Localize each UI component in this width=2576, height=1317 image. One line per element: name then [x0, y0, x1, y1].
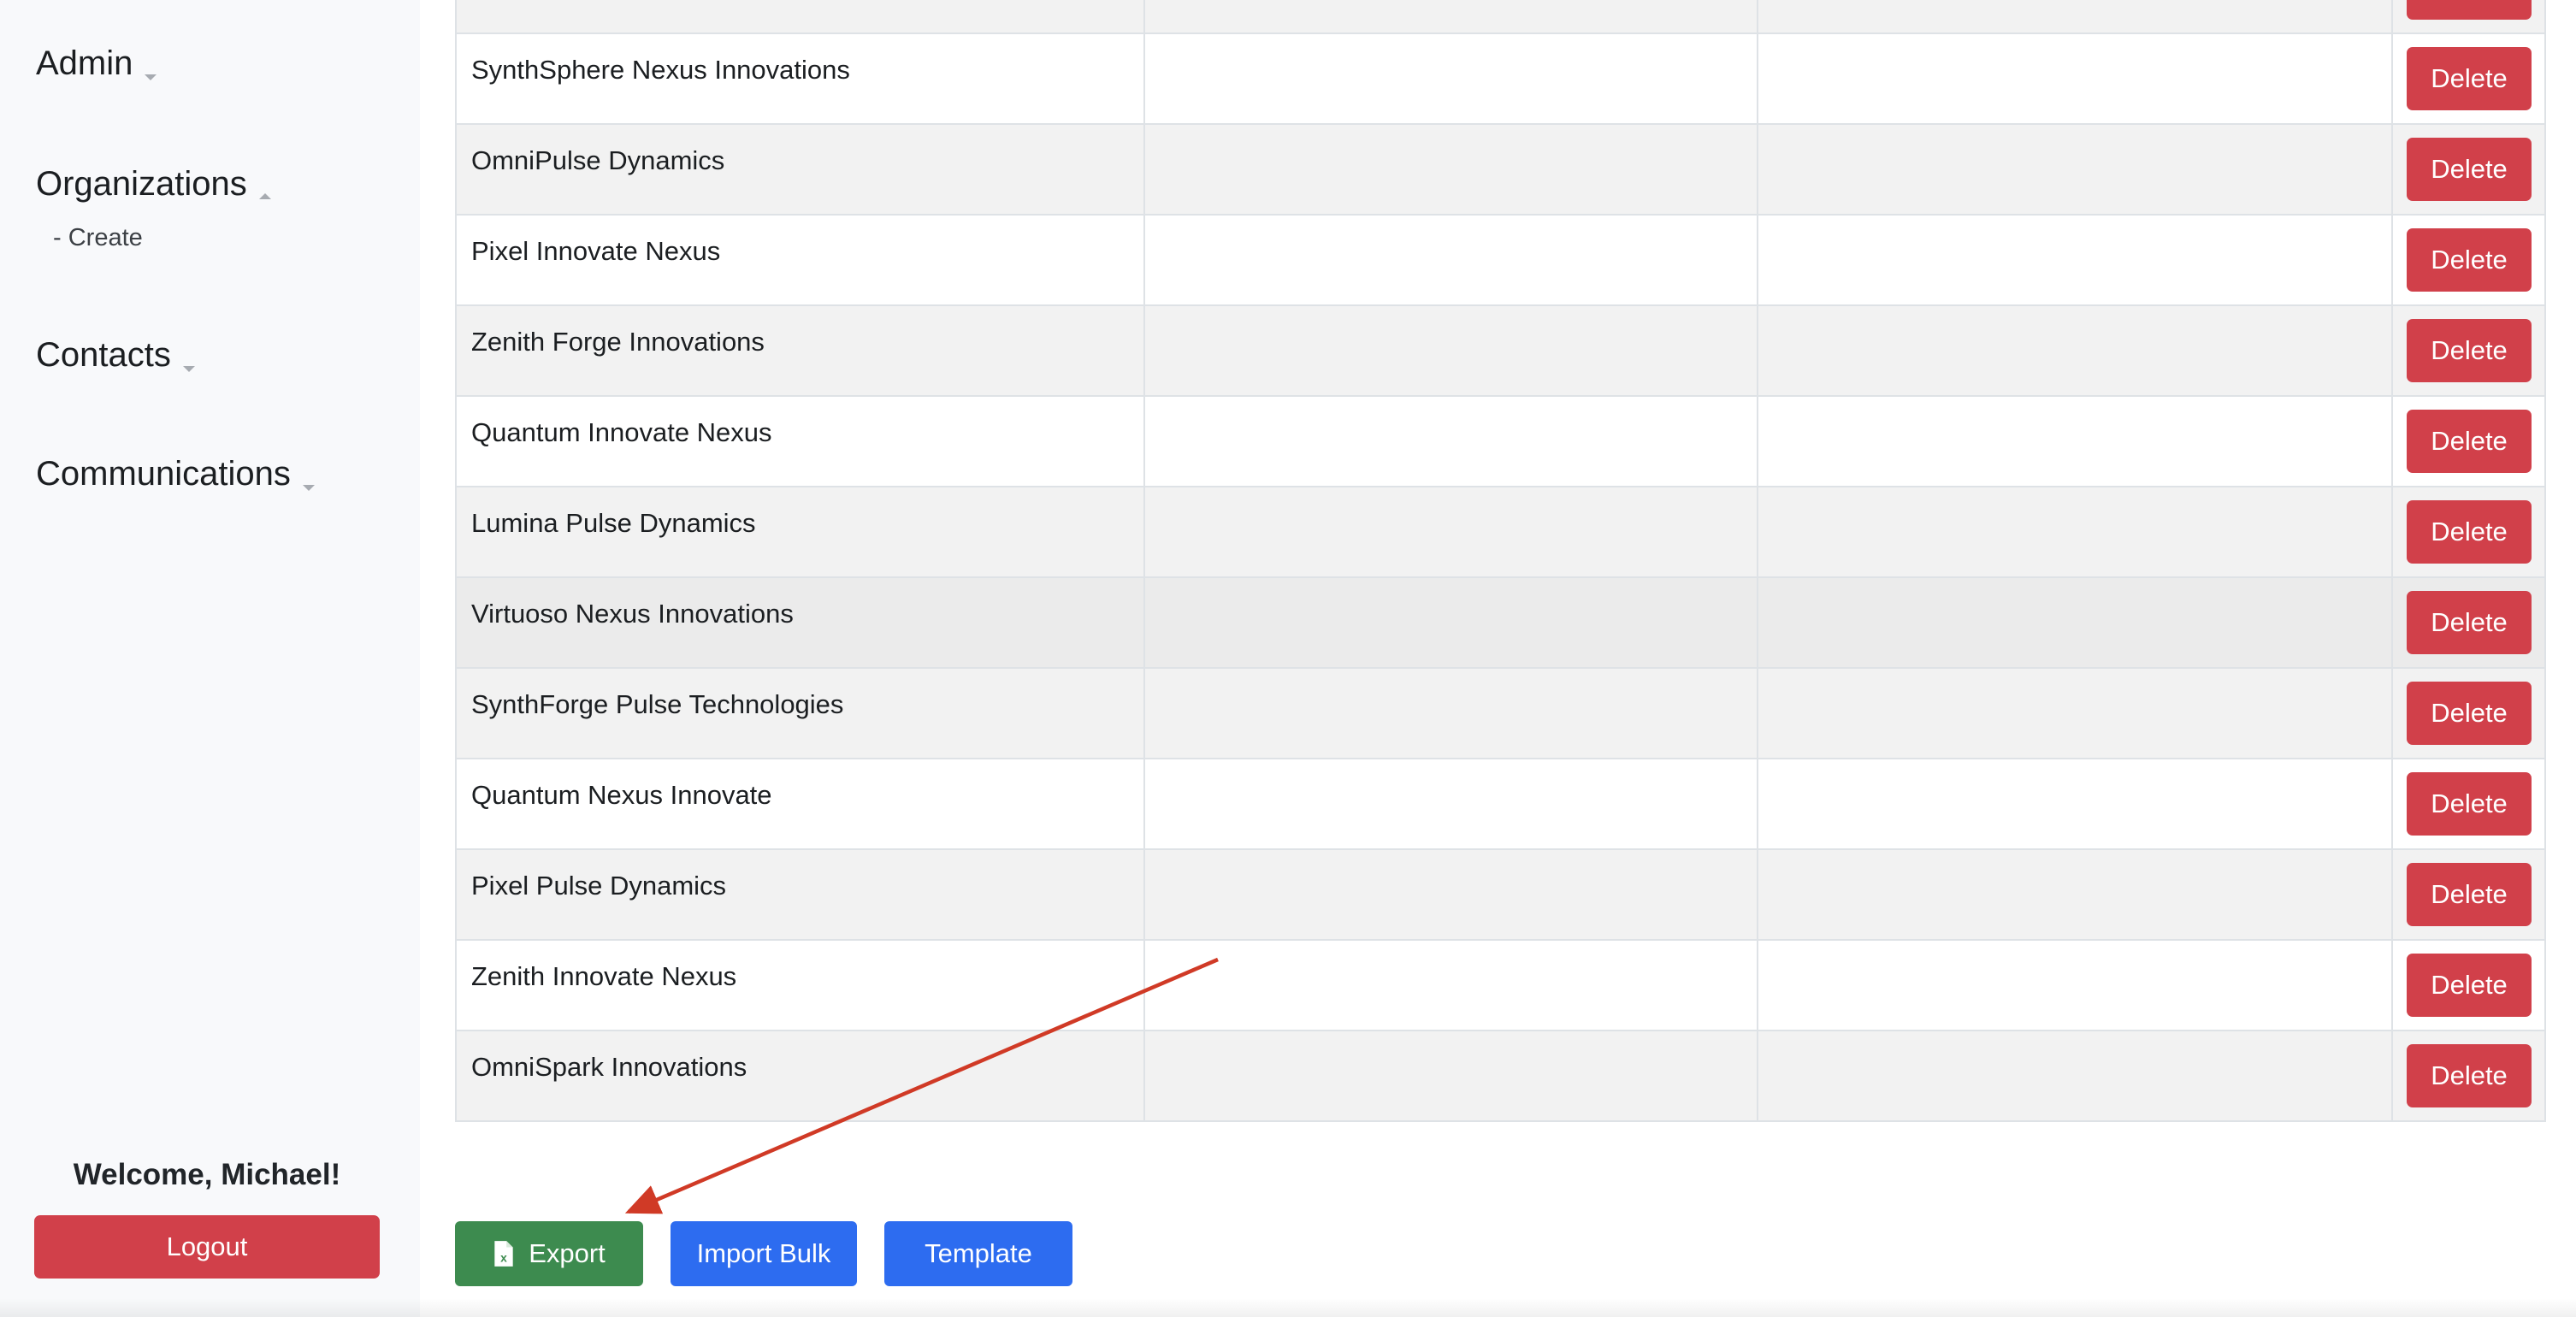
- org-name: OmniSpark Innovations: [471, 1052, 747, 1082]
- org-name: Quantum Nexus Innovate: [471, 780, 772, 810]
- nav-organizations[interactable]: Organizations: [36, 165, 271, 204]
- org-name: Zenith Forge Innovations: [471, 327, 765, 357]
- table-row: Quantum Nexus Innovate Delete: [455, 758, 2546, 850]
- nav-admin[interactable]: Admin: [36, 44, 157, 83]
- org-name: Lumina Pulse Dynamics: [471, 508, 756, 538]
- nav-organizations-create[interactable]: - Create: [53, 224, 143, 252]
- logout-button[interactable]: Logout: [34, 1215, 380, 1279]
- nav-communications[interactable]: Communications: [36, 455, 315, 493]
- organizations-table-container: Delete SynthSphere Nexus Innovations Del…: [455, 0, 2546, 1122]
- excel-file-icon: x: [494, 1241, 513, 1267]
- org-name: Pixel Innovate Nexus: [471, 236, 721, 266]
- export-button[interactable]: x Export: [455, 1221, 643, 1286]
- table-row: Pixel Pulse Dynamics Delete: [455, 848, 2546, 941]
- template-button[interactable]: Template: [884, 1221, 1072, 1286]
- table-row: Zenith Forge Innovations Delete: [455, 304, 2546, 397]
- delete-button[interactable]: Delete: [2407, 0, 2532, 20]
- export-label: Export: [529, 1238, 606, 1268]
- table-row: Lumina Pulse Dynamics Delete: [455, 486, 2546, 578]
- table-row: OmniSpark Innovations Delete: [455, 1030, 2546, 1122]
- sidebar: Admin Organizations - Create Contacts Co…: [0, 0, 420, 1317]
- delete-button[interactable]: Delete: [2407, 954, 2532, 1017]
- welcome-message: Welcome, Michael!: [73, 1158, 341, 1191]
- table-row: Delete: [455, 0, 2546, 34]
- chevron-up-icon: [258, 193, 271, 200]
- chevron-down-icon: [182, 366, 195, 373]
- delete-button[interactable]: Delete: [2407, 591, 2532, 654]
- table-row: Quantum Innovate Nexus Delete: [455, 395, 2546, 487]
- org-name: SynthForge Pulse Technologies: [471, 689, 844, 719]
- delete-button[interactable]: Delete: [2407, 682, 2532, 745]
- nav-communications-label: Communications: [36, 455, 291, 493]
- delete-button[interactable]: Delete: [2407, 863, 2532, 926]
- delete-button[interactable]: Delete: [2407, 772, 2532, 836]
- nav-admin-label: Admin: [36, 44, 133, 82]
- import-bulk-button[interactable]: Import Bulk: [671, 1221, 857, 1286]
- delete-button[interactable]: Delete: [2407, 47, 2532, 110]
- org-name: Zenith Innovate Nexus: [471, 961, 737, 991]
- delete-button[interactable]: Delete: [2407, 228, 2532, 292]
- chevron-down-icon: [145, 74, 157, 81]
- org-name: SynthSphere Nexus Innovations: [471, 55, 850, 85]
- org-name: Quantum Innovate Nexus: [471, 417, 772, 447]
- nav-contacts[interactable]: Contacts: [36, 336, 195, 375]
- org-name: Pixel Pulse Dynamics: [471, 871, 727, 901]
- table-row: Zenith Innovate Nexus Delete: [455, 939, 2546, 1031]
- table-row: SynthSphere Nexus Innovations Delete: [455, 32, 2546, 125]
- svg-text:x: x: [500, 1251, 507, 1265]
- table-row: SynthForge Pulse Technologies Delete: [455, 667, 2546, 759]
- org-name: OmniPulse Dynamics: [471, 145, 725, 175]
- nav-organizations-label: Organizations: [36, 165, 247, 203]
- table-row: Pixel Innovate Nexus Delete: [455, 214, 2546, 306]
- organizations-table: Delete SynthSphere Nexus Innovations Del…: [455, 0, 2546, 1122]
- table-row: OmniPulse Dynamics Delete: [455, 123, 2546, 216]
- delete-button[interactable]: Delete: [2407, 319, 2532, 382]
- delete-button[interactable]: Delete: [2407, 410, 2532, 473]
- bottom-shadow: [0, 1298, 2576, 1317]
- nav-contacts-label: Contacts: [36, 336, 171, 374]
- delete-button[interactable]: Delete: [2407, 138, 2532, 201]
- table-row: Virtuoso Nexus Innovations Delete: [455, 576, 2546, 669]
- chevron-down-icon: [302, 485, 315, 492]
- delete-button[interactable]: Delete: [2407, 1044, 2532, 1107]
- org-name: Virtuoso Nexus Innovations: [471, 599, 794, 629]
- delete-button[interactable]: Delete: [2407, 500, 2532, 564]
